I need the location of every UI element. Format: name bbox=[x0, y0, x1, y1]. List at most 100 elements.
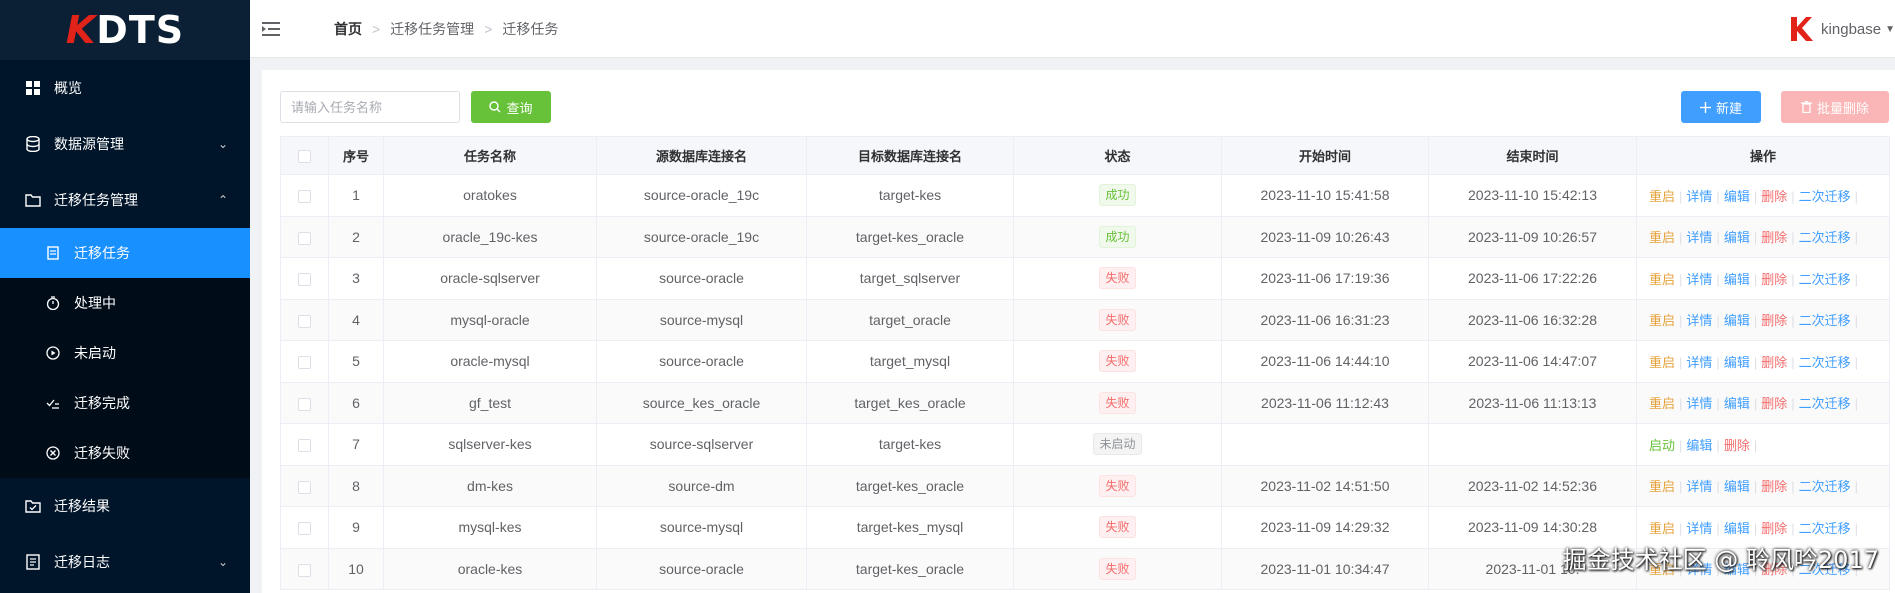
delete-action[interactable]: 删除 bbox=[1761, 186, 1787, 205]
batch-delete-label: 批量删除 bbox=[1816, 100, 1869, 116]
edit-action[interactable]: 编辑 bbox=[1724, 269, 1750, 288]
delete-action[interactable]: 删除 bbox=[1761, 476, 1787, 495]
sidebar-item-processing[interactable]: 处理中 bbox=[0, 278, 250, 328]
row-number: 4 bbox=[328, 298, 384, 341]
row-checkbox[interactable] bbox=[298, 522, 311, 536]
sidebar-item-migration-task[interactable]: 迁移任务 bbox=[0, 228, 250, 278]
detail-action[interactable]: 详情 bbox=[1686, 186, 1712, 205]
sidebar-item-not-started[interactable]: 未启动 bbox=[0, 328, 250, 378]
second-action[interactable]: 二次迁移 bbox=[1799, 393, 1851, 412]
task-name-search-input[interactable] bbox=[280, 91, 460, 123]
restart-action[interactable]: 重启 bbox=[1649, 476, 1675, 495]
edit-action[interactable]: 编辑 bbox=[1724, 310, 1750, 329]
row-checkbox[interactable] bbox=[298, 397, 311, 411]
row-number: 3 bbox=[328, 257, 384, 300]
action-separator: | bbox=[1716, 271, 1720, 287]
delete-action[interactable]: 删除 bbox=[1761, 227, 1787, 246]
breadcrumb-migration-management[interactable]: 迁移任务管理 bbox=[390, 19, 474, 39]
detail-action[interactable]: 详情 bbox=[1686, 310, 1712, 329]
task-name: sqlserver-kes bbox=[383, 423, 597, 466]
caret-down-icon: ▼ bbox=[1885, 23, 1895, 35]
edit-action[interactable]: 编辑 bbox=[1724, 476, 1750, 495]
second-action[interactable]: 二次迁移 bbox=[1799, 476, 1851, 495]
restart-action[interactable]: 重启 bbox=[1649, 269, 1675, 288]
end-time: 2023-11-02 14:52:36 bbox=[1428, 464, 1637, 507]
restart-action[interactable]: 重启 bbox=[1649, 186, 1675, 205]
app-logo[interactable]: K DTS bbox=[0, 0, 250, 60]
delete-action[interactable]: 删除 bbox=[1724, 435, 1750, 454]
restart-action[interactable]: 重启 bbox=[1649, 227, 1675, 246]
second-action[interactable]: 二次迁移 bbox=[1799, 186, 1851, 205]
action-separator: | bbox=[1791, 230, 1795, 246]
breadcrumb-home[interactable]: 首页 bbox=[334, 19, 362, 39]
detail-action[interactable]: 详情 bbox=[1686, 352, 1712, 371]
row-checkbox[interactable] bbox=[298, 356, 311, 370]
user-menu[interactable]: kingbase ▼ bbox=[1787, 0, 1895, 58]
second-action[interactable]: 二次迁移 bbox=[1799, 310, 1851, 329]
delete-action[interactable]: 删除 bbox=[1761, 310, 1787, 329]
delete-action[interactable]: 删除 bbox=[1761, 352, 1787, 371]
second-action[interactable]: 二次迁移 bbox=[1799, 227, 1851, 246]
edit-action[interactable]: 编辑 bbox=[1724, 518, 1750, 537]
chevron-down-icon: ⌄ bbox=[217, 137, 228, 151]
folder-check-icon bbox=[24, 497, 42, 515]
sidebar-item-failed[interactable]: 迁移失败 bbox=[0, 428, 250, 478]
sidebar-item-migration-result[interactable]: 迁移结果 bbox=[0, 478, 250, 534]
select-all-checkbox[interactable] bbox=[298, 150, 311, 164]
row-checkbox[interactable] bbox=[298, 439, 311, 453]
menu-fold-icon[interactable] bbox=[262, 21, 282, 37]
row-checkbox[interactable] bbox=[298, 314, 311, 328]
edit-action[interactable]: 编辑 bbox=[1724, 352, 1750, 371]
delete-action[interactable]: 删除 bbox=[1761, 269, 1787, 288]
detail-action[interactable]: 详情 bbox=[1686, 227, 1712, 246]
edit-action[interactable]: 编辑 bbox=[1724, 227, 1750, 246]
row-checkbox[interactable] bbox=[298, 273, 311, 287]
query-button[interactable]: 查询 bbox=[471, 91, 551, 123]
action-separator: | bbox=[1753, 188, 1758, 204]
column-header: 状态 bbox=[1013, 136, 1222, 175]
source-connection: source-dm bbox=[596, 464, 807, 507]
edit-action[interactable]: 编辑 bbox=[1686, 435, 1712, 454]
row-checkbox[interactable] bbox=[298, 190, 311, 204]
row-number: 5 bbox=[328, 340, 384, 383]
row-checkbox[interactable] bbox=[298, 231, 311, 245]
row-select-cell bbox=[280, 381, 329, 424]
sidebar-item-migration-task-management[interactable]: 迁移任务管理 ⌃ bbox=[0, 172, 250, 228]
detail-action[interactable]: 详情 bbox=[1686, 269, 1712, 288]
delete-action[interactable]: 删除 bbox=[1761, 393, 1787, 412]
row-checkbox[interactable] bbox=[298, 480, 311, 494]
sidebar-item-overview[interactable]: 概览 bbox=[0, 60, 250, 116]
restart-action[interactable]: 重启 bbox=[1649, 352, 1675, 371]
table-row: 5 oracle-mysql source-oracle target_mysql 失败… bbox=[280, 340, 1890, 383]
second-action[interactable]: 二次迁移 bbox=[1799, 352, 1851, 371]
second-action[interactable]: 二次迁移 bbox=[1799, 269, 1851, 288]
edit-action[interactable]: 编辑 bbox=[1724, 186, 1750, 205]
sidebar-item-migration-log[interactable]: 迁移日志 ⌄ bbox=[0, 534, 250, 590]
start-action[interactable]: 启动 bbox=[1649, 435, 1675, 454]
batch-delete-button[interactable]: 批量删除 bbox=[1781, 91, 1889, 123]
action-separator: | bbox=[1716, 396, 1720, 412]
restart-action[interactable]: 重启 bbox=[1649, 518, 1675, 537]
status-badge: 失败 bbox=[1099, 391, 1136, 414]
user-name: kingbase bbox=[1821, 20, 1882, 38]
detail-action[interactable]: 详情 bbox=[1686, 393, 1712, 412]
second-action[interactable]: 二次迁移 bbox=[1799, 518, 1851, 537]
sidebar-item-datasource[interactable]: 数据源管理 ⌄ bbox=[0, 116, 250, 172]
start-time: 2023-11-06 16:31:23 bbox=[1221, 298, 1429, 341]
status-badge: 成功 bbox=[1099, 225, 1136, 248]
restart-action[interactable]: 重启 bbox=[1649, 310, 1675, 329]
edit-action[interactable]: 编辑 bbox=[1724, 393, 1750, 412]
sidebar-item-completed[interactable]: 迁移完成 bbox=[0, 378, 250, 428]
action-separator: | bbox=[1854, 271, 1859, 287]
sidebar-item-label: 迁移完成 bbox=[74, 395, 130, 411]
chevron-down-icon: ⌄ bbox=[217, 555, 228, 569]
row-checkbox[interactable] bbox=[298, 563, 311, 577]
new-task-button[interactable]: 新建 bbox=[1681, 91, 1761, 123]
detail-action[interactable]: 详情 bbox=[1686, 518, 1712, 537]
delete-action[interactable]: 删除 bbox=[1761, 518, 1787, 537]
start-time: 2023-11-06 17:19:36 bbox=[1221, 257, 1429, 300]
detail-action[interactable]: 详情 bbox=[1686, 476, 1712, 495]
target-connection: target-kes_oracle bbox=[806, 547, 1014, 590]
restart-action[interactable]: 重启 bbox=[1649, 393, 1675, 412]
action-separator: | bbox=[1679, 479, 1683, 495]
